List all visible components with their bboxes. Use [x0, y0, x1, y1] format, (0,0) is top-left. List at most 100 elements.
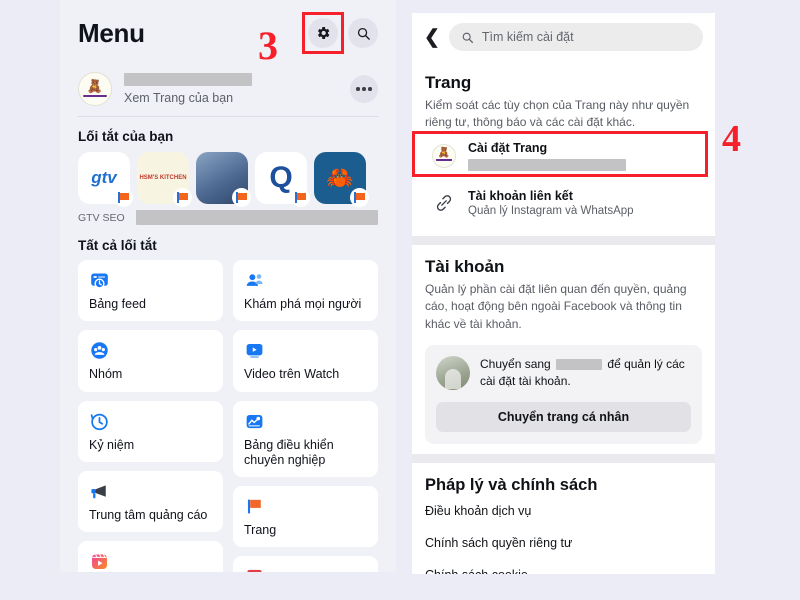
- card-trang[interactable]: Trang: [233, 486, 378, 548]
- annotation-step-4: 4: [722, 118, 741, 160]
- shortcut-names-redacted: [136, 210, 378, 225]
- settings-item-subtitle-redacted: [468, 158, 626, 171]
- switch-account-card: Chuyển sang để quản lý các cài đặt tài k…: [425, 344, 702, 444]
- flag-icon: [177, 192, 188, 203]
- search-icon: [462, 32, 473, 43]
- settings-item-texts: Cài đặt Trang: [468, 141, 626, 171]
- settings-topbar: ❮ Tìm kiếm cài đặt: [412, 13, 715, 61]
- back-chevron-icon[interactable]: ❮: [424, 28, 440, 47]
- news-feed-icon: [89, 270, 212, 292]
- find-friends-icon: [244, 270, 367, 292]
- ads-megaphone-icon: [89, 481, 212, 503]
- link-chain-icon: [431, 190, 457, 216]
- reels-icon: [89, 551, 212, 572]
- menu-panel: Menu 🧸 Xem Trang của bạn Lối tắt của bạn…: [60, 0, 396, 572]
- card-su-kien[interactable]: Sự kiện: [233, 556, 378, 572]
- switch-account-top: Chuyển sang để quản lý các cài đặt tài k…: [436, 355, 691, 391]
- flag-icon: [236, 192, 247, 203]
- search-icon: [357, 27, 370, 40]
- gear-icon: [318, 27, 330, 39]
- settings-item-tai-khoan-lien-ket[interactable]: Tài khoản liên kết Quản lý Instagram và …: [425, 180, 702, 226]
- legal-link-terms[interactable]: Điều khoản dịch vụ: [425, 495, 702, 527]
- card-reels[interactable]: Reels: [78, 541, 223, 572]
- switch-profile-button[interactable]: Chuyển trang cá nhân: [436, 401, 691, 432]
- grid-column-left: Bảng feed Nhóm Kỷ niệm Trung tâm quảng c…: [78, 260, 223, 572]
- card-label: Bảng feed: [89, 297, 146, 311]
- switch-name-redacted: [556, 359, 603, 371]
- tai-khoan-section: Tài khoản Quản lý phần cài đặt liên quan…: [412, 257, 715, 444]
- card-trung-tam-quang-cao[interactable]: Trung tâm quảng cáo: [78, 470, 223, 532]
- page-flag-icon: [244, 496, 367, 518]
- page-flag-badge: [173, 188, 192, 207]
- shortcut-tile[interactable]: gtv: [78, 152, 133, 207]
- shortcuts-grid: Bảng feed Nhóm Kỷ niệm Trung tâm quảng c…: [60, 260, 396, 572]
- card-bang-feed[interactable]: Bảng feed: [78, 260, 223, 322]
- professional-dashboard-icon: [244, 411, 367, 433]
- shortcuts-section-label: Lối tắt của bạn: [78, 129, 174, 144]
- memories-clock-icon: [89, 411, 212, 433]
- switch-text-before: Chuyển sang: [480, 356, 551, 371]
- shortcut-tile[interactable]: 🦀: [314, 152, 369, 207]
- section-separator: [412, 453, 715, 463]
- tai-khoan-heading: Tài khoản: [425, 256, 505, 276]
- shortcut-tile[interactable]: [196, 152, 251, 207]
- avatar-underline: [83, 95, 107, 97]
- trang-description: Kiểm soát các tùy chọn của Trang này như…: [425, 98, 690, 130]
- legal-link-privacy[interactable]: Chính sách quyền riêng tư: [425, 527, 702, 559]
- card-label: Khám phá mọi người: [244, 297, 362, 311]
- profile-row[interactable]: 🧸 Xem Trang của bạn: [60, 66, 396, 116]
- settings-item-texts: Tài khoản liên kết Quản lý Instagram và …: [468, 189, 634, 217]
- shortcut-tile[interactable]: HSM'S KITCHEN: [137, 152, 192, 207]
- shortcut-labels-row: GTV SEO: [60, 204, 396, 225]
- settings-item-cai-dat-trang[interactable]: 🧸 Cài đặt Trang: [425, 132, 702, 180]
- groups-icon: [89, 340, 212, 362]
- settings-panel: ❮ Tìm kiếm cài đặt Trang Kiểm soát các t…: [412, 13, 715, 574]
- card-kham-pha-moi-nguoi[interactable]: Khám phá mọi người: [233, 260, 378, 322]
- more-dot: [356, 87, 360, 91]
- settings-item-title: Tài khoản liên kết: [468, 188, 573, 203]
- search-input[interactable]: Tìm kiếm cài đặt: [448, 23, 703, 51]
- search-placeholder: Tìm kiếm cài đặt: [481, 30, 574, 44]
- card-label: Video trên Watch: [244, 367, 340, 382]
- avatar: 🧸: [78, 72, 112, 106]
- person-avatar-icon: [436, 355, 470, 390]
- card-label: Bảng điều khiển chuyên nghiệp: [244, 437, 334, 467]
- card-label: Nhóm: [89, 367, 123, 382]
- profile-more-button[interactable]: [350, 75, 378, 103]
- shortcuts-row: gtv HSM'S KITCHEN Q 🦀: [60, 152, 396, 207]
- card-label: Kỷ niệm: [89, 437, 135, 452]
- section-separator: [412, 235, 715, 245]
- card-bang-dieu-khien-chuyen-nghiep[interactable]: Bảng điều khiển chuyên nghiệp: [233, 400, 378, 477]
- settings-item-title: Cài đặt Trang: [468, 140, 548, 155]
- card-ky-niem[interactable]: Kỷ niệm: [78, 400, 223, 462]
- gear-button-circle[interactable]: [308, 18, 338, 48]
- card-label: Trung tâm quảng cáo: [89, 507, 208, 522]
- legal-link-cookie[interactable]: Chính sách cookie: [425, 559, 702, 574]
- grid-column-right: Khám phá mọi người Video trên Watch Bảng…: [233, 260, 378, 572]
- page-flag-badge: [114, 188, 133, 207]
- page-flag-badge: [232, 188, 251, 207]
- flag-icon: [295, 192, 306, 203]
- profile-texts: Xem Trang của bạn: [124, 73, 350, 105]
- avatar-bear-glyph: 🧸: [86, 78, 104, 94]
- page-flag-badge: [350, 188, 369, 207]
- shortcut-name: GTV SEO: [78, 211, 125, 224]
- legal-heading: Pháp lý và chính sách: [425, 475, 598, 494]
- card-nhom[interactable]: Nhóm: [78, 330, 223, 392]
- flag-icon: [354, 192, 365, 203]
- page-title: Menu: [78, 17, 145, 48]
- shortcut-tile[interactable]: Q: [255, 152, 310, 207]
- events-calendar-icon: [244, 566, 367, 572]
- profile-name-redacted: [124, 73, 252, 86]
- search-button[interactable]: [348, 18, 378, 48]
- card-label: Trang: [244, 523, 277, 537]
- page-flag-badge: [291, 188, 310, 207]
- trang-heading: Trang: [425, 73, 472, 92]
- switch-account-text: Chuyển sang để quản lý các cài đặt tài k…: [480, 356, 691, 391]
- annotation-step-3: 3: [258, 23, 278, 68]
- screenshot-root: Menu 🧸 Xem Trang của bạn Lối tắt của bạn…: [0, 0, 800, 600]
- more-dot: [362, 87, 366, 91]
- card-video-tren-watch[interactable]: Video trên Watch: [233, 330, 378, 392]
- settings-gear-button[interactable]: [302, 12, 344, 54]
- more-dot: [368, 87, 372, 91]
